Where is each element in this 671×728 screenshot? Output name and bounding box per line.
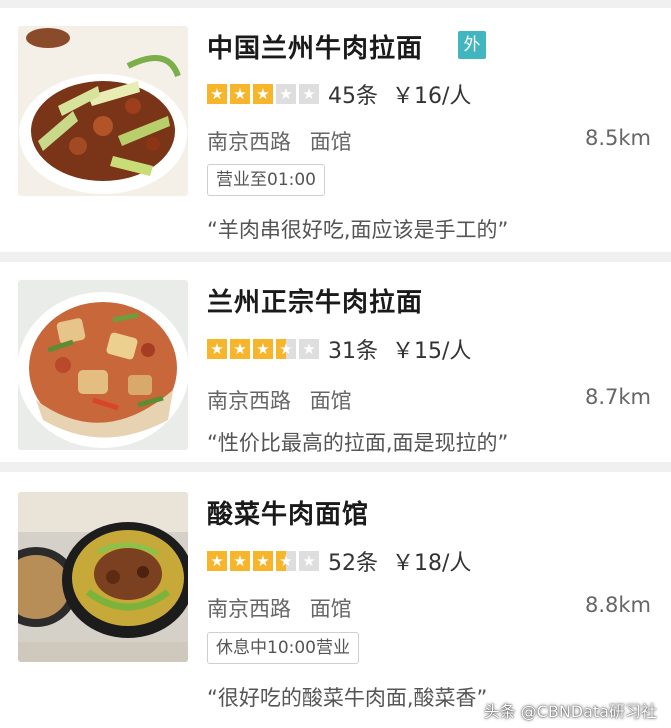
review-quote: “性价比最高的拉面,面是现拉的” [207,431,509,455]
food-thumbnail[interactable] [18,26,188,196]
distance-label: 8.7km [584,385,651,409]
watermark: 头条 @CBNData研习社 [484,698,657,722]
restaurant-name[interactable]: 酸菜牛肉面馆 [207,494,369,531]
watermark-text: 头条 @CBNData研习社 [483,702,657,721]
stir-fried-beef-dish-photo [18,26,188,196]
category-label: 面馆 [309,389,352,413]
star-icon: ★ [299,551,319,571]
star-icon: ★ [253,339,273,359]
chicken-noodle-dish-photo [18,280,188,450]
area-label: 南京西路 [207,130,291,154]
star-rating: ★ ★ ★ ★ ★ [207,84,319,104]
location-info: 南京西路 面馆 [207,385,352,415]
review-count: 52条 [328,551,378,576]
location-info: 南京西路 面馆 [207,126,352,156]
star-icon: ★ [276,84,296,104]
star-icon: ★ [299,84,319,104]
distance-label: 8.5km [584,126,651,150]
star-icon: ★ [207,84,227,104]
restaurant-card[interactable]: 酸菜牛肉面馆 ★ ★ ★ ★ ★ 52条 ￥18/人 南京西路 面馆 8.8km… [0,472,671,728]
star-icon: ★ [230,84,250,104]
star-rating: ★ ★ ★ ★ ★ [207,551,319,571]
category-label: 面馆 [309,597,352,621]
avg-price: ￥16/人 [392,84,472,109]
location-info: 南京西路 面馆 [207,593,352,623]
hours-badge: 休息中10:00营业 [207,632,359,664]
pickled-cabbage-beef-noodle-photo [18,492,188,662]
distance-label: 8.8km [584,593,651,617]
restaurant-card[interactable]: 中国兰州牛肉拉面 外 ★ ★ ★ ★ ★ 45条 ￥16/人 南京西路 面馆 8… [0,8,671,252]
review-quote: “羊肉串很好吃,面应该是手工的” [207,218,509,242]
avg-price: ￥18/人 [392,551,472,576]
star-icon: ★ [299,339,319,359]
star-icon: ★ [207,339,227,359]
delivery-badge: 外 [458,31,486,59]
star-icon: ★ [230,339,250,359]
area-label: 南京西路 [207,597,291,621]
star-icon: ★ [276,339,296,359]
star-icon: ★ [276,551,296,571]
rating-row: ★ ★ ★ ★ ★ 31条 ￥15/人 [207,334,471,364]
food-thumbnail[interactable] [18,280,188,450]
star-icon: ★ [253,551,273,571]
restaurant-name[interactable]: 中国兰州牛肉拉面 [207,28,423,65]
review-count: 31条 [328,339,378,364]
food-thumbnail[interactable] [18,492,188,662]
review-quote: “很好吃的酸菜牛肉面,酸菜香” [207,686,488,710]
category-label: 面馆 [309,130,352,154]
star-icon: ★ [253,84,273,104]
area-label: 南京西路 [207,389,291,413]
restaurant-name[interactable]: 兰州正宗牛肉拉面 [207,282,423,319]
star-icon: ★ [230,551,250,571]
star-rating: ★ ★ ★ ★ ★ [207,339,319,359]
restaurant-card[interactable]: 兰州正宗牛肉拉面 ★ ★ ★ ★ ★ 31条 ￥15/人 南京西路 面馆 8.7… [0,262,671,462]
review-count: 45条 [328,84,378,109]
rating-row: ★ ★ ★ ★ ★ 52条 ￥18/人 [207,546,471,576]
star-icon: ★ [207,551,227,571]
avg-price: ￥15/人 [392,339,472,364]
rating-row: ★ ★ ★ ★ ★ 45条 ￥16/人 [207,79,471,109]
hours-badge: 营业至01:00 [207,164,325,196]
